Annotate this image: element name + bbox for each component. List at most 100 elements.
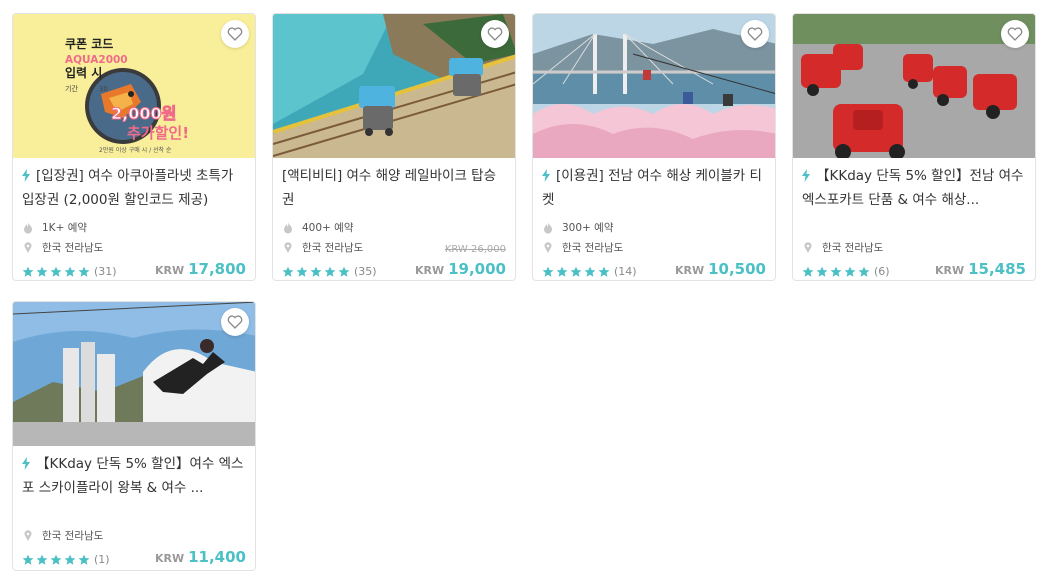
location: 한국 전라남도 [22, 240, 246, 255]
price-amount: 17,800 [188, 260, 246, 278]
banner-text: 쿠폰 코드 [65, 37, 113, 51]
review-count: (6) [874, 265, 890, 278]
star-icon [816, 266, 828, 277]
product-image[interactable] [273, 14, 515, 158]
currency: KRW [154, 552, 185, 565]
flame-icon [22, 221, 34, 234]
product-grid: 쿠폰 코드 AQUA2000 입력 시 기간 30 2,000원 추가할인! 2… [0, 0, 1047, 571]
banner-text: 기간 [65, 84, 78, 93]
star-icon [570, 266, 582, 277]
booking-count: 1K+ 예약 [22, 220, 246, 235]
star-icon [78, 554, 90, 565]
product-title[interactable]: [입장권] 여수 아쿠아플라넷 초특가 입장권 (2,000원 할인코드 제공) [22, 164, 246, 212]
original-price: KRW 26,000 [444, 244, 506, 255]
location-pin-icon [22, 530, 34, 541]
heart-icon [227, 27, 243, 41]
currency: KRW [674, 264, 705, 277]
location-pin-icon [22, 242, 34, 253]
star-icon [50, 266, 62, 277]
price: KRW 17,800 [155, 260, 246, 278]
currency: KRW [414, 264, 445, 277]
location: 한국 전라남도 [22, 528, 246, 543]
price-amount: 15,485 [968, 260, 1026, 278]
heart-icon [227, 315, 243, 329]
favorite-button[interactable] [1001, 20, 1029, 48]
star-icon [282, 266, 294, 277]
rating: (1) [22, 553, 110, 566]
location: 한국 전라남도 [802, 240, 1026, 255]
product-image[interactable] [793, 14, 1035, 158]
star-icon [324, 266, 336, 277]
product-title[interactable]: [이용권] 전남 여수 해상 케이블카 티켓 [542, 164, 766, 212]
currency: KRW [934, 264, 965, 277]
star-icon [36, 554, 48, 565]
star-icon [64, 554, 76, 565]
product-card[interactable]: [이용권] 전남 여수 해상 케이블카 티켓 300+ 예약 한국 전라남도 (… [532, 13, 776, 281]
location-text: 한국 전라남도 [822, 242, 884, 254]
star-icon [844, 266, 856, 277]
flame-icon [282, 221, 294, 234]
star-icon [830, 266, 842, 277]
location-text: 한국 전라남도 [302, 242, 364, 254]
location-text: 한국 전라남도 [42, 242, 104, 254]
instant-confirm-icon [22, 169, 30, 182]
star-icon [78, 266, 90, 277]
banner-text: 추가할인! [127, 124, 189, 142]
review-count: (35) [354, 265, 377, 278]
location-pin-icon [282, 242, 294, 253]
location-text: 한국 전라남도 [562, 242, 624, 254]
product-image[interactable] [13, 302, 255, 446]
review-count: (31) [94, 265, 117, 278]
booking-count: 400+ 예약 [282, 220, 506, 235]
product-title[interactable]: 【KKday 단독 5% 할인】여수 엑스포 스카이플라이 왕복 & 여수 ..… [22, 452, 246, 500]
booking-count: 300+ 예약 [542, 220, 766, 235]
star-rating-icons [542, 266, 611, 278]
star-icon [338, 266, 350, 277]
product-card[interactable]: 【KKday 단독 5% 할인】여수 엑스포 스카이플라이 왕복 & 여수 ..… [12, 301, 256, 571]
product-card[interactable]: 【KKday 단독 5% 할인】전남 여수 엑스포카트 단품 & 여수 해상..… [792, 13, 1036, 281]
star-icon [296, 266, 308, 277]
banner-text: AQUA2000 [65, 54, 128, 66]
product-title[interactable]: 【KKday 단독 5% 할인】전남 여수 엑스포카트 단품 & 여수 해상..… [802, 164, 1026, 212]
product-card[interactable]: [액티비티] 여수 해양 레일바이크 탑승권 400+ 예약 한국 전라남도 (… [272, 13, 516, 281]
heart-icon [747, 27, 763, 41]
star-icon [36, 266, 48, 277]
instant-confirm-icon [542, 169, 550, 182]
product-image[interactable]: 쿠폰 코드 AQUA2000 입력 시 기간 30 2,000원 추가할인! 2… [13, 14, 255, 158]
currency: KRW [154, 264, 185, 277]
location-text: 한국 전라남도 [42, 530, 104, 542]
favorite-button[interactable] [481, 20, 509, 48]
price: KRW 26,000 KRW 19,000 [414, 244, 506, 278]
heart-icon [1007, 27, 1023, 41]
favorite-button[interactable] [741, 20, 769, 48]
location: 한국 전라남도 [542, 240, 766, 255]
star-icon [598, 266, 610, 277]
favorite-button[interactable] [221, 308, 249, 336]
review-count: (1) [94, 553, 110, 566]
product-title[interactable]: [액티비티] 여수 해양 레일바이크 탑승권 [282, 164, 506, 212]
star-rating-icons [22, 554, 91, 566]
rating: (6) [802, 265, 890, 278]
star-icon [310, 266, 322, 277]
star-icon [858, 266, 870, 277]
booking-count-text: 1K+ 예약 [42, 222, 88, 234]
star-rating-icons [282, 266, 351, 278]
product-image[interactable] [533, 14, 775, 158]
review-count: (14) [614, 265, 637, 278]
instant-confirm-icon [802, 169, 810, 182]
booking-count-text: 400+ 예약 [302, 222, 354, 234]
favorite-button[interactable] [221, 20, 249, 48]
price: KRW 11,400 [155, 548, 246, 566]
rating: (31) [22, 265, 117, 278]
star-rating-icons [802, 266, 871, 278]
star-icon [584, 266, 596, 277]
product-title-text: [입장권] 여수 아쿠아플라넷 초특가 입장권 (2,000원 할인코드 제공) [22, 168, 234, 208]
product-title-text: [이용권] 전남 여수 해상 케이블카 티켓 [542, 168, 762, 208]
star-icon [50, 554, 62, 565]
star-icon [802, 266, 814, 277]
star-icon [542, 266, 554, 277]
price-amount: 19,000 [448, 260, 506, 278]
banner-text: 30 [99, 85, 108, 93]
product-card[interactable]: 쿠폰 코드 AQUA2000 입력 시 기간 30 2,000원 추가할인! 2… [12, 13, 256, 281]
star-icon [64, 266, 76, 277]
